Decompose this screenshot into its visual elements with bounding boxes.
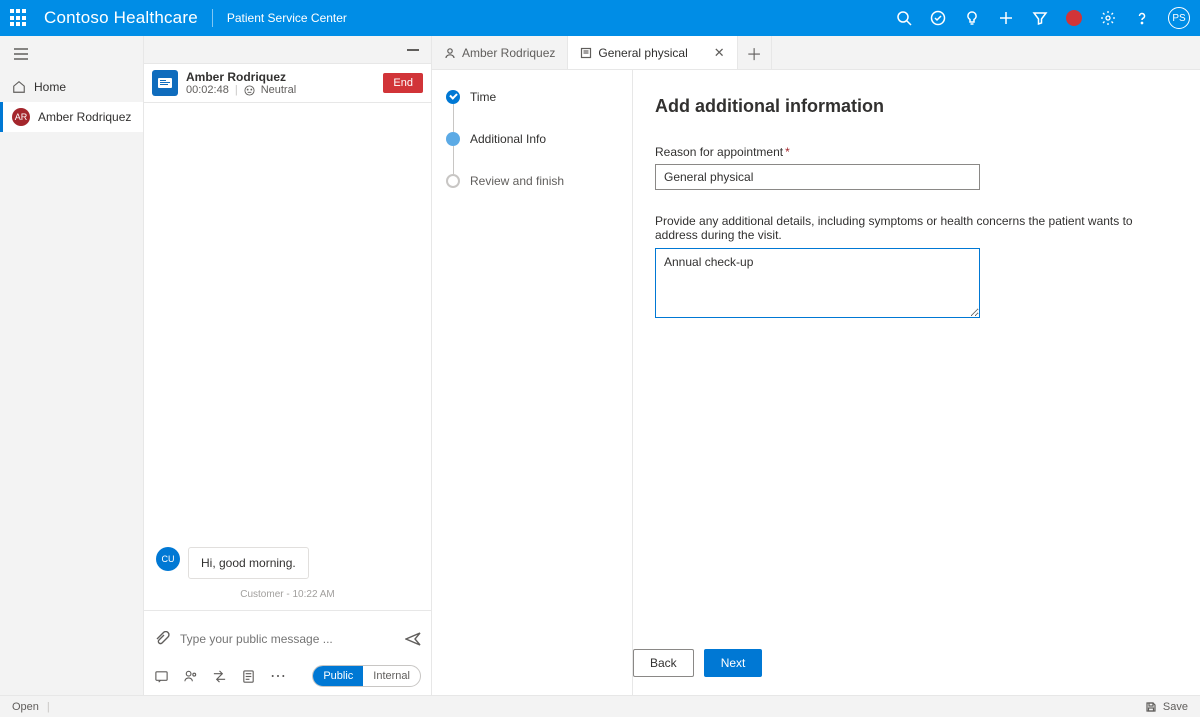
tab-patient[interactable]: Amber Rodriquez [432, 36, 568, 69]
attach-icon[interactable] [154, 631, 170, 647]
header-tools: PS [896, 7, 1190, 29]
reason-label: Reason for appointment* [655, 145, 1178, 159]
toggle-public[interactable]: Public [313, 666, 363, 686]
form-area: Add additional information Reason for ap… [633, 70, 1200, 695]
step-current-icon [446, 132, 460, 146]
notes-icon[interactable] [241, 669, 256, 684]
step-time[interactable]: Time [446, 90, 618, 132]
record-indicator-icon[interactable] [1066, 10, 1082, 26]
search-icon[interactable] [896, 10, 912, 26]
customer-avatar-icon: CU [156, 547, 180, 571]
details-label: Provide any additional details, includin… [655, 214, 1178, 242]
message-meta: Customer - 10:22 AM [156, 589, 419, 600]
step-nav: Time Additional Info Review and finish [432, 70, 632, 695]
step-pending-icon [446, 174, 460, 188]
save-button[interactable]: Save [1145, 701, 1188, 713]
toggle-internal[interactable]: Internal [363, 666, 420, 686]
form-title: Add additional information [655, 96, 1178, 117]
tab-general-physical-label: General physical [598, 46, 687, 60]
left-nav: Home AR Amber Rodriquez [0, 36, 144, 695]
tab-general-physical[interactable]: General physical ✕ [568, 36, 737, 69]
back-button[interactable]: Back [633, 649, 694, 677]
home-icon [12, 80, 26, 94]
help-icon[interactable] [1134, 10, 1150, 26]
filter-icon[interactable] [1032, 10, 1048, 26]
minimize-panel-button[interactable] [144, 36, 431, 64]
top-bar: Contoso Healthcare Patient Service Cente… [0, 0, 1200, 36]
app-name: Patient Service Center [227, 11, 347, 25]
chat-panel: Amber Rodriquez 00:02:48 | Neutral End C… [144, 36, 432, 695]
app-launcher-icon[interactable] [10, 9, 28, 27]
tab-patient-label: Amber Rodriquez [462, 46, 555, 60]
user-avatar[interactable]: PS [1168, 7, 1190, 29]
compose-area: ⋯ Public Internal [144, 610, 431, 695]
session-customer-name: Amber Rodriquez [186, 70, 286, 84]
add-tab-button[interactable]: ＋ [738, 36, 772, 69]
message-list: CU Hi, good morning. Customer - 10:22 AM [144, 103, 431, 610]
session-header: Amber Rodriquez 00:02:48 | Neutral End [144, 64, 431, 103]
close-tab-icon[interactable]: ✕ [714, 45, 725, 61]
more-actions-icon[interactable]: ⋯ [270, 666, 288, 686]
header-divider [212, 9, 213, 27]
person-icon [444, 47, 456, 59]
form-buttons: Back Next [633, 649, 762, 677]
message-row: CU Hi, good morning. [156, 547, 419, 579]
session-duration: 00:02:48 [186, 84, 229, 96]
visibility-toggle[interactable]: Public Internal [312, 665, 421, 687]
session-sentiment: Neutral [261, 84, 296, 96]
nav-home[interactable]: Home [0, 72, 143, 102]
quick-reply-icon[interactable] [154, 669, 169, 684]
details-textarea[interactable] [655, 248, 980, 318]
message-bubble: Hi, good morning. [188, 547, 309, 579]
status-bar: Open | Save [0, 695, 1200, 717]
nav-session-label: Amber Rodriquez [38, 110, 131, 124]
main-area: Amber Rodriquez General physical ✕ ＋ Tim… [432, 36, 1200, 695]
sentiment-neutral-icon [244, 85, 255, 96]
task-icon[interactable] [930, 10, 946, 26]
consult-icon[interactable] [183, 669, 198, 684]
step-additional-info[interactable]: Additional Info [446, 132, 618, 174]
brand-name: Contoso Healthcare [44, 8, 198, 28]
next-button[interactable]: Next [704, 649, 763, 677]
status-open: Open [12, 701, 39, 713]
step-review[interactable]: Review and finish [446, 174, 618, 188]
message-input[interactable] [180, 632, 395, 646]
nav-home-label: Home [34, 80, 66, 94]
session-avatar-icon: AR [12, 108, 30, 126]
settings-icon[interactable] [1100, 10, 1116, 26]
end-session-button[interactable]: End [383, 73, 423, 93]
lightbulb-icon[interactable] [964, 10, 980, 26]
chat-channel-icon [152, 70, 178, 96]
required-indicator: * [785, 145, 790, 159]
add-icon[interactable] [998, 10, 1014, 26]
send-icon[interactable] [405, 631, 421, 647]
step-complete-icon [446, 90, 460, 104]
form-icon [580, 47, 592, 59]
hamburger-button[interactable] [0, 36, 143, 72]
nav-session-active[interactable]: AR Amber Rodriquez [0, 102, 143, 132]
transfer-icon[interactable] [212, 669, 227, 684]
save-icon [1145, 701, 1157, 713]
reason-input[interactable] [655, 164, 980, 190]
tab-strip: Amber Rodriquez General physical ✕ ＋ [432, 36, 1200, 70]
